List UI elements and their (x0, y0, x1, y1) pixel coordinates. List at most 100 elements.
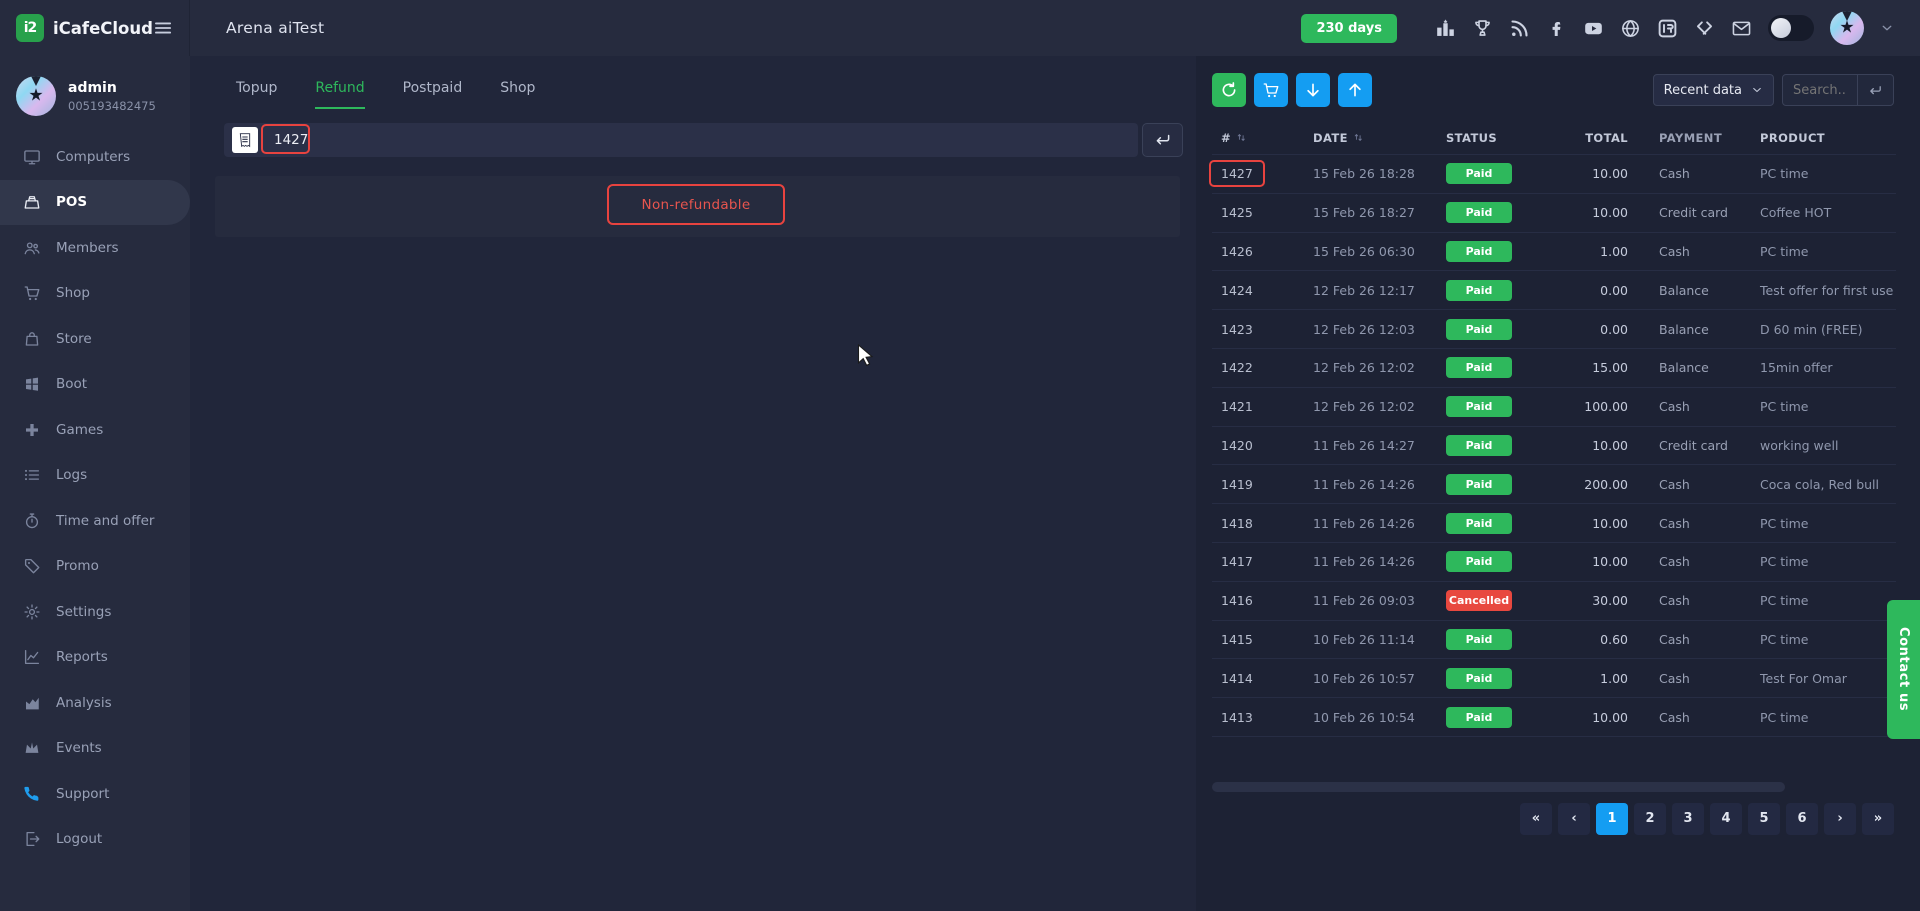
page-button[interactable]: « (1520, 803, 1552, 835)
page-button[interactable]: › (1824, 803, 1856, 835)
row-id: 1425 (1221, 205, 1253, 220)
sidebar-item[interactable]: Time and offer (0, 498, 190, 544)
horizontal-scrollbar[interactable] (1212, 782, 1785, 792)
rss-icon[interactable] (1509, 18, 1530, 39)
status-badge: Paid (1446, 474, 1512, 495)
invoice-search-input[interactable] (272, 123, 392, 157)
table-row[interactable]: 1422 12 Feb 26 12:02 Paid 15.00 Balance … (1212, 349, 1896, 388)
orders-search-input[interactable] (1783, 83, 1857, 98)
table-row[interactable]: 1415 10 Feb 26 11:14 Paid 0.60 Cash PC t… (1212, 621, 1896, 660)
globe-icon[interactable] (1620, 18, 1641, 39)
ranking-icon[interactable] (1435, 18, 1456, 39)
cart-button[interactable] (1254, 73, 1288, 107)
sidebar-item[interactable]: Boot (0, 362, 190, 408)
tab[interactable]: Shop (500, 80, 535, 109)
table-row[interactable]: 1419 11 Feb 26 14:26 Paid 200.00 Cash Co… (1212, 465, 1896, 504)
search-enter-button[interactable] (1857, 75, 1893, 105)
row-total: 10.00 (1568, 710, 1628, 725)
sidebar-item[interactable]: Promo (0, 544, 190, 590)
user-avatar[interactable] (1830, 11, 1864, 45)
arrow-up-icon (1346, 81, 1364, 99)
submit-enter-button[interactable] (1142, 123, 1183, 157)
status-badge: Paid (1446, 241, 1512, 262)
sidebar-item[interactable]: Members (0, 225, 190, 271)
sidebar-item-label: Logs (56, 467, 87, 483)
row-payment: Credit card (1628, 438, 1755, 453)
table-row[interactable]: 1413 10 Feb 26 10:54 Paid 10.00 Cash PC … (1212, 698, 1896, 737)
table-row[interactable]: 1424 12 Feb 26 12:17 Paid 0.00 Balance T… (1212, 271, 1896, 310)
sidebar-item[interactable]: Logout (0, 817, 190, 863)
trophy-icon[interactable] (1472, 18, 1493, 39)
row-payment: Cash (1628, 593, 1755, 608)
col-id[interactable]: # (1221, 131, 1313, 145)
enter-icon (1868, 83, 1883, 98)
sidebar-item[interactable]: Settings (0, 589, 190, 635)
sidebar-item[interactable]: Analysis (0, 680, 190, 726)
sidebar-item[interactable]: Events (0, 726, 190, 772)
table-row[interactable]: 1423 12 Feb 26 12:03 Paid 0.00 Balance D… (1212, 310, 1896, 349)
sidebar-avatar (16, 76, 56, 116)
sidebar-item[interactable]: Games (0, 407, 190, 453)
row-id: 1420 (1221, 438, 1253, 453)
table-row[interactable]: 1417 11 Feb 26 14:26 Paid 10.00 Cash PC … (1212, 543, 1896, 582)
tab[interactable]: Refund (315, 80, 364, 109)
layers-icon[interactable] (1694, 18, 1715, 39)
sidebar-item[interactable]: Store (0, 316, 190, 362)
tab[interactable]: Postpaid (403, 80, 463, 109)
sidebar-item[interactable]: Reports (0, 635, 190, 681)
refresh-button[interactable] (1212, 73, 1246, 107)
table-row[interactable]: 1418 11 Feb 26 14:26 Paid 10.00 Cash PC … (1212, 504, 1896, 543)
row-payment: Cash (1628, 671, 1755, 686)
row-date: 12 Feb 26 12:02 (1313, 399, 1446, 414)
chevron-down-icon[interactable] (1880, 21, 1894, 35)
row-payment: Cash (1628, 477, 1755, 492)
table-header: # DATE STATUS TOTAL PAYMENT PRODUCT (1212, 121, 1896, 155)
table-body: 1427 15 Feb 26 18:28 Paid 10.00 Cash PC … (1212, 155, 1896, 737)
page-button[interactable]: 1 (1596, 803, 1628, 835)
page-button[interactable]: 4 (1710, 803, 1742, 835)
row-payment: Cash (1628, 632, 1755, 647)
sidebar-item-label: Analysis (56, 695, 112, 711)
page-button[interactable]: 6 (1786, 803, 1818, 835)
license-days-badge[interactable]: 230 days (1301, 14, 1397, 43)
sidebar-item-label: Support (56, 786, 109, 802)
tab[interactable]: Topup (236, 80, 277, 109)
table-row[interactable]: 1425 15 Feb 26 18:27 Paid 10.00 Credit c… (1212, 194, 1896, 233)
row-date: 15 Feb 26 18:28 (1313, 166, 1446, 181)
download-button[interactable] (1296, 73, 1330, 107)
menu-icon[interactable] (153, 17, 173, 39)
row-payment: Balance (1628, 322, 1755, 337)
table-row[interactable]: 1420 11 Feb 26 14:27 Paid 10.00 Credit c… (1212, 427, 1896, 466)
sidebar-item-label: POS (56, 194, 87, 210)
page-button[interactable]: 5 (1748, 803, 1780, 835)
table-row[interactable]: 1414 10 Feb 26 10:57 Paid 1.00 Cash Test… (1212, 659, 1896, 698)
sidebar-item[interactable]: Support (0, 771, 190, 817)
sidebar-item[interactable]: Shop (0, 271, 190, 317)
page-button[interactable]: 3 (1672, 803, 1704, 835)
receipt-icon[interactable] (232, 127, 258, 153)
table-row[interactable]: 1416 11 Feb 26 09:03 Cancelled 30.00 Cas… (1212, 582, 1896, 621)
sidebar-item[interactable]: POS (0, 180, 190, 226)
facebook-icon[interactable] (1546, 18, 1567, 39)
sidebar: admin 005193482475 Computers POS Members (0, 56, 190, 911)
col-date[interactable]: DATE (1313, 131, 1446, 145)
contact-us-button[interactable]: Contact us (1887, 600, 1920, 739)
profile-block[interactable]: admin 005193482475 (0, 56, 190, 128)
data-filter-select[interactable]: Recent data (1653, 74, 1774, 106)
reports-icon (23, 648, 41, 666)
page-button[interactable]: 2 (1634, 803, 1666, 835)
col-payment: PAYMENT (1628, 131, 1755, 145)
table-row[interactable]: 1421 12 Feb 26 12:02 Paid 100.00 Cash PC… (1212, 388, 1896, 427)
theme-toggle[interactable] (1768, 15, 1814, 41)
page-button[interactable]: ‹ (1558, 803, 1590, 835)
mail-icon[interactable] (1731, 18, 1752, 39)
icafe-app-icon[interactable] (1657, 18, 1678, 39)
table-row[interactable]: 1426 15 Feb 26 06:30 Paid 1.00 Cash PC t… (1212, 233, 1896, 272)
page-button[interactable]: » (1862, 803, 1894, 835)
table-row[interactable]: 1427 15 Feb 26 18:28 Paid 10.00 Cash PC … (1212, 155, 1896, 194)
sidebar-item[interactable]: Computers (0, 134, 190, 180)
upload-button[interactable] (1338, 73, 1372, 107)
sidebar-item[interactable]: Logs (0, 453, 190, 499)
row-product: D 60 min (FREE) (1755, 322, 1896, 337)
youtube-icon[interactable] (1583, 18, 1604, 39)
